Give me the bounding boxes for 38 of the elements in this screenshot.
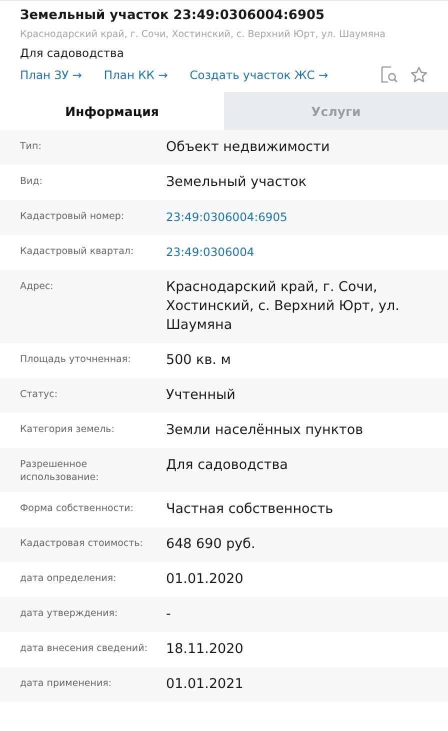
field-label: Кадастровый номер: [20, 210, 126, 223]
field-label: Категория земель: [20, 423, 116, 436]
field-label: дата внесения сведений: [20, 642, 148, 655]
page-title: Земельный участок 23:49:0306004:6905 [20, 7, 326, 25]
plan-link[interactable]: Создать участок ЖС → [190, 68, 328, 82]
field-value: - [166, 605, 172, 624]
field-value: 18.11.2020 [166, 640, 244, 659]
field-value: Краснодарский край, г. Сочи, Хостинский, с. Верхний Юрт, ул. Шаумяна [166, 278, 400, 335]
field-value: Для садоводства [166, 456, 289, 475]
field-value: Объект недвижимости [166, 138, 331, 157]
field-label: дата определения: [20, 572, 118, 585]
field-label: Форма собственности: [20, 502, 134, 515]
field-label: Вид: [20, 175, 44, 188]
field-value: 01.01.2021 [166, 675, 244, 694]
field-label: Тип: [20, 140, 42, 153]
field-label: Адрес: [20, 280, 54, 293]
plan-link[interactable]: План ЗУ → [20, 68, 82, 82]
field-label: Разрешенное использование: [20, 458, 100, 484]
star-icon[interactable] [410, 66, 428, 84]
plan-link[interactable]: План КК → [104, 68, 168, 82]
field-value: Учтенный [166, 386, 236, 405]
document-search-icon[interactable] [380, 66, 398, 84]
value-link[interactable]: 23:49:0306004 [166, 243, 428, 262]
field-value: 648 690 руб. [166, 535, 256, 554]
field-value: Частная собственность [166, 500, 334, 519]
field-value: 500 кв. м [166, 351, 232, 370]
field-label: Статус: [20, 388, 59, 401]
address-text: Краснодарский край, г. Сочи, Хостинский, с. Верхний Юрт, ул. Шаумяна [20, 28, 386, 42]
field-value: 01.01.2020 [166, 570, 244, 589]
field-label: Кадастровый квартал: [20, 245, 135, 258]
field-value: Земельный участок [166, 173, 308, 192]
field-value: Земли населённых пунктов [166, 421, 364, 440]
field-label: дата утверждения: [20, 607, 119, 620]
purpose-text: Для садоводства [20, 45, 125, 62]
value-link[interactable]: 23:49:0306004:6905 [166, 208, 428, 227]
field-label: Площадь уточненная: [20, 353, 132, 366]
field-label: Кадастровая стоимость: [20, 537, 144, 550]
field-label: дата применения: [20, 677, 113, 690]
